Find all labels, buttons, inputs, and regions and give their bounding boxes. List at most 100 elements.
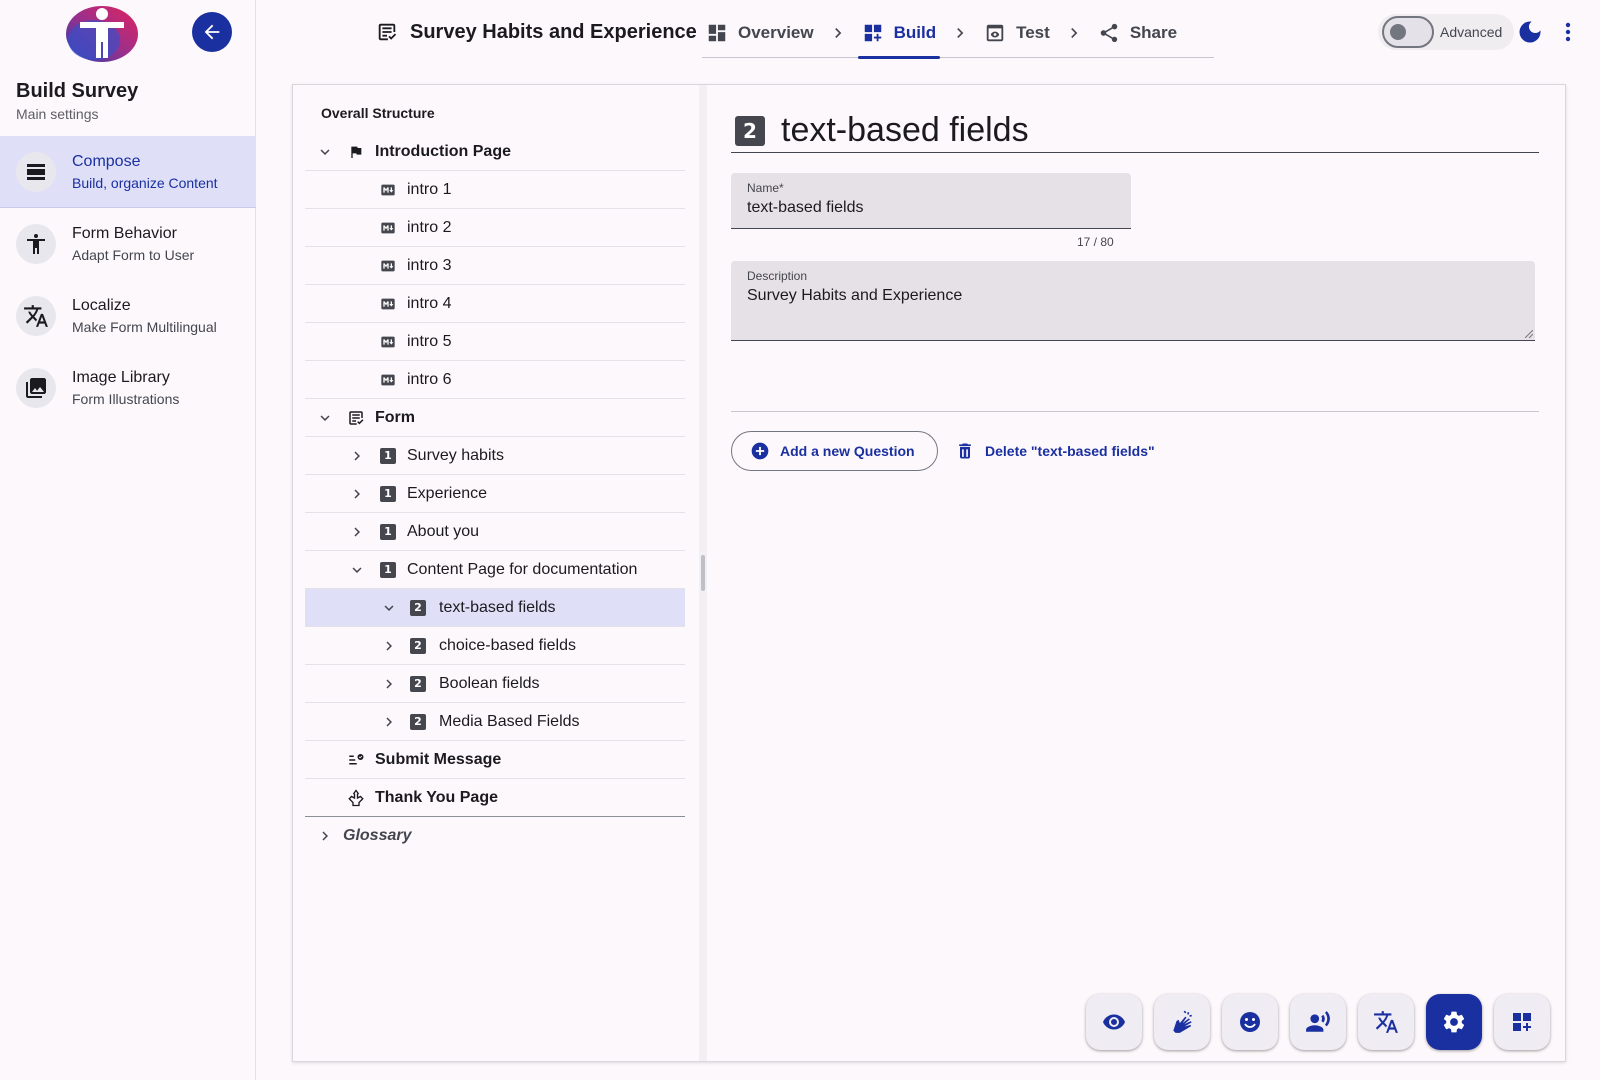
tree-item-about-you[interactable]: 1 About you bbox=[305, 513, 685, 551]
level-badge: 2 bbox=[410, 713, 426, 730]
markdown-icon bbox=[379, 181, 397, 199]
add-question-label: Add a new Question bbox=[780, 443, 915, 459]
level-badge: 1 bbox=[380, 561, 396, 578]
delete-element-button[interactable]: Delete "text-based fields" bbox=[955, 431, 1155, 471]
chevron-right-icon[interactable] bbox=[379, 674, 399, 694]
level-badge: 1 bbox=[380, 523, 396, 540]
back-button[interactable] bbox=[192, 12, 232, 52]
tree-item-label: text-based fields bbox=[439, 598, 556, 616]
sidebar-item-label: Compose bbox=[72, 152, 141, 170]
sidebar-nav: Compose Build, organize Content Form Beh… bbox=[0, 136, 256, 424]
content-card: Overall Structure Introduction Page intro… bbox=[292, 84, 1566, 1062]
add-question-button[interactable]: Add a new Question bbox=[731, 431, 938, 471]
submit-message-icon bbox=[347, 751, 365, 769]
tree-item-choice-based-fields[interactable]: 2 choice-based fields bbox=[305, 627, 685, 665]
level-2-icon: 2 bbox=[409, 599, 427, 617]
survey-form-icon bbox=[378, 23, 397, 41]
thank-you-icon bbox=[347, 788, 365, 807]
description-field[interactable]: Description Survey Habits and Experience bbox=[731, 261, 1535, 341]
translate-toggle-button[interactable] bbox=[1358, 994, 1414, 1050]
share-icon bbox=[1100, 23, 1118, 42]
dashboard-icon bbox=[708, 24, 726, 41]
add-circle-icon bbox=[751, 442, 769, 460]
pane-resize-handle[interactable] bbox=[701, 555, 705, 591]
chevron-down-icon[interactable] bbox=[315, 408, 335, 428]
left-sidebar: Build Survey Main settings Compose Build… bbox=[0, 0, 256, 1080]
tree-item-boolean-fields[interactable]: 2 Boolean fields bbox=[305, 665, 685, 703]
tree-item-label: intro 3 bbox=[407, 256, 452, 274]
level-badge: 2 bbox=[735, 115, 765, 146]
preview-toggle-button[interactable] bbox=[1086, 994, 1142, 1050]
tree-item-label: choice-based fields bbox=[439, 636, 576, 654]
chevron-right-icon[interactable] bbox=[379, 636, 399, 656]
editor-title: text-based fields bbox=[781, 111, 1029, 149]
level-2-icon: 2 bbox=[409, 637, 427, 655]
tree-item-intro-2[interactable]: intro 2 bbox=[305, 209, 685, 247]
chevron-down-icon[interactable] bbox=[347, 560, 367, 580]
tab-label: Test bbox=[1016, 22, 1050, 42]
tree-item-label: Thank You Page bbox=[375, 788, 498, 806]
tree-item-label: intro 6 bbox=[407, 370, 452, 388]
chevron-right-icon[interactable] bbox=[379, 712, 399, 732]
tree-item-media-based-fields[interactable]: 2 Media Based Fields bbox=[305, 703, 685, 741]
chevron-right-icon bbox=[818, 8, 858, 58]
dark-mode-icon[interactable] bbox=[1516, 18, 1544, 46]
tab-test[interactable]: Test bbox=[980, 8, 1054, 58]
chevron-down-icon[interactable] bbox=[379, 598, 399, 618]
tree-item-intro-1[interactable]: intro 1 bbox=[305, 171, 685, 209]
tree-item-intro-5[interactable]: intro 5 bbox=[305, 323, 685, 361]
settings-toggle-button[interactable] bbox=[1426, 994, 1482, 1050]
chevron-right-icon[interactable] bbox=[315, 826, 335, 846]
tree-item-label: Content Page for documentation bbox=[407, 560, 638, 578]
add-element-toggle-button[interactable] bbox=[1494, 994, 1550, 1050]
tree-item-intro-6[interactable]: intro 6 bbox=[305, 361, 685, 399]
more-menu-icon[interactable] bbox=[1556, 18, 1580, 46]
name-field[interactable]: Name* text-based fields bbox=[731, 173, 1131, 229]
level-1-icon: 1 bbox=[379, 447, 397, 465]
tab-build[interactable]: Build bbox=[857, 8, 941, 59]
sidebar-item-localize[interactable]: Localize Make Form Multilingual bbox=[0, 280, 256, 352]
tab-overview[interactable]: Overview bbox=[702, 8, 818, 58]
tree-item-label: Experience bbox=[407, 484, 488, 502]
resize-grip-icon[interactable] bbox=[1525, 330, 1533, 338]
tree-item-introduction-page[interactable]: Introduction Page bbox=[305, 133, 685, 171]
advanced-toggle[interactable] bbox=[1382, 16, 1434, 48]
sidebar-item-form-behavior[interactable]: Form Behavior Adapt Form to User bbox=[0, 208, 256, 280]
tree-item-experience[interactable]: 1 Experience bbox=[305, 475, 685, 513]
audio-toggle-button[interactable] bbox=[1290, 994, 1346, 1050]
compose-icon bbox=[16, 151, 56, 192]
tree-item-label: Form bbox=[375, 408, 415, 426]
advanced-mode: Advanced bbox=[1378, 14, 1515, 50]
divider bbox=[731, 411, 1539, 412]
chevron-right-icon[interactable] bbox=[347, 446, 367, 466]
tree-item-survey-habits[interactable]: 1 Survey habits bbox=[305, 437, 685, 475]
sidebar-item-sublabel: Make Form Multilingual bbox=[72, 319, 217, 335]
sign-language-toggle-button[interactable] bbox=[1154, 994, 1210, 1050]
sidebar-item-image-library[interactable]: Image Library Form Illustrations bbox=[0, 352, 256, 424]
add-grid-icon bbox=[1513, 1013, 1531, 1031]
level-badge: 2 bbox=[410, 599, 426, 616]
survey-title: Survey Habits and Experience bbox=[376, 14, 697, 50]
name-field-label: Name* bbox=[747, 181, 784, 195]
tree-item-form[interactable]: Form bbox=[305, 399, 685, 437]
tab-share[interactable]: Share bbox=[1094, 8, 1181, 58]
easy-language-toggle-button[interactable] bbox=[1222, 994, 1278, 1050]
level-badge: 1 bbox=[380, 485, 396, 502]
tree-item-intro-3[interactable]: intro 3 bbox=[305, 247, 685, 285]
tab-label: Build bbox=[893, 22, 937, 42]
chevron-down-icon[interactable] bbox=[315, 142, 335, 162]
tree-item-thank-you-page[interactable]: Thank You Page bbox=[305, 779, 685, 817]
chevron-right-icon[interactable] bbox=[347, 522, 367, 542]
translate-icon bbox=[16, 296, 56, 336]
chevron-right-icon[interactable] bbox=[347, 484, 367, 504]
tree-item-content-page-for-documentation[interactable]: 1 Content Page for documentation bbox=[305, 551, 685, 589]
tree-item-glossary[interactable]: Glossary bbox=[305, 817, 685, 855]
tree-item-text-based-fields[interactable]: 2 text-based fields bbox=[305, 589, 685, 627]
tree-item-submit-message[interactable]: Submit Message bbox=[305, 741, 685, 779]
tree-item-intro-4[interactable]: intro 4 bbox=[305, 285, 685, 323]
chevron-right-icon bbox=[940, 8, 980, 58]
image-library-icon bbox=[16, 368, 56, 408]
tree-item-label: Media Based Fields bbox=[439, 712, 580, 730]
tree-item-label: intro 4 bbox=[407, 294, 452, 312]
sidebar-item-compose[interactable]: Compose Build, organize Content bbox=[0, 136, 256, 208]
